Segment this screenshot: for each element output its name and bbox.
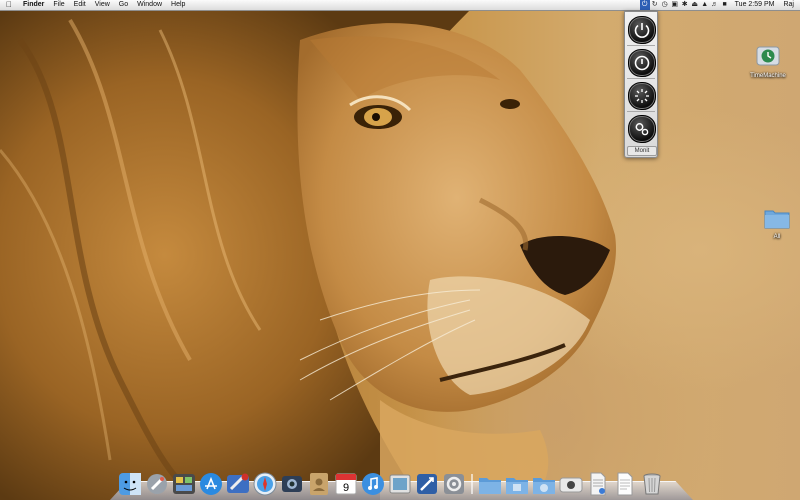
panel-divider — [627, 78, 655, 79]
preview-icon[interactable] — [388, 472, 412, 496]
applications-folder-icon[interactable] — [478, 472, 502, 496]
text-document-icon[interactable] — [613, 472, 637, 496]
panel-divider — [627, 45, 655, 46]
wifi-icon[interactable]: ▲ — [700, 0, 710, 10]
mail-icon[interactable] — [226, 472, 250, 496]
contacts-icon[interactable] — [307, 472, 331, 496]
documents-folder-icon[interactable] — [505, 472, 529, 496]
launchpad-icon[interactable] — [145, 472, 169, 496]
power-menu-icon[interactable]: ⏻ — [639, 0, 650, 10]
menu-edit[interactable]: Edit — [74, 0, 86, 10]
sync-icon[interactable]: ↻ — [650, 0, 660, 10]
menu-window[interactable]: Window — [137, 0, 162, 10]
menu-go[interactable]: Go — [119, 0, 128, 10]
ical-day: 9 — [343, 482, 349, 494]
eject-icon[interactable]: ⏏ — [690, 0, 700, 10]
finder-icon[interactable] — [118, 472, 142, 496]
desktop-icon-label: TimeMachine — [750, 73, 786, 79]
dashboard-icon[interactable] — [172, 472, 196, 496]
time-machine-menu-icon[interactable]: ◷ — [660, 0, 670, 10]
desktop-icon-timemachine[interactable]: TimeMachine — [746, 44, 790, 80]
sleep-icon[interactable] — [628, 82, 656, 110]
user-menu[interactable]: Raj — [783, 0, 794, 10]
time-machine-icon — [756, 46, 780, 66]
desktop-icon-all[interactable]: All — [755, 207, 799, 241]
menu-view[interactable]: View — [95, 0, 110, 10]
volume-icon[interactable]: ♬ — [710, 0, 720, 10]
menu-file[interactable]: File — [53, 0, 64, 10]
restart-icon[interactable] — [628, 49, 656, 77]
menu-clock[interactable]: Tue 2:59 PM — [735, 0, 775, 10]
apple-icon[interactable]:  — [4, 0, 14, 10]
photo-booth-icon[interactable] — [280, 472, 304, 496]
monit-button[interactable]: Monit — [627, 146, 657, 156]
dock-separator — [471, 474, 473, 494]
display-icon[interactable]: ▣ — [670, 0, 680, 10]
menu-help[interactable]: Help — [171, 0, 185, 10]
downloads-folder-icon[interactable] — [532, 472, 556, 496]
system-preferences-icon[interactable] — [442, 472, 466, 496]
power-icon[interactable] — [628, 16, 656, 44]
menu-extras: ⏻ ↻ ◷ ▣ ✱ ⏏ ▲ ♬ ■ Tue 2:59 PM Raj — [639, 0, 800, 10]
itunes-icon[interactable] — [361, 472, 385, 496]
utility-icon[interactable] — [559, 472, 583, 496]
panel-divider — [627, 111, 655, 112]
power-panel: Monit — [624, 11, 658, 158]
document-icon[interactable] — [586, 472, 610, 496]
desktop-icon-label: All — [773, 234, 781, 240]
xcode-icon[interactable] — [415, 472, 439, 496]
bluetooth-icon[interactable]: ✱ — [680, 0, 690, 10]
menu-finder[interactable]: Finder — [23, 0, 44, 10]
trash-icon[interactable] — [640, 472, 664, 496]
folder-icon — [764, 210, 790, 229]
app-store-icon[interactable] — [199, 472, 223, 496]
ical-icon[interactable]: 9 — [334, 472, 358, 496]
menu-bar:  Finder File Edit View Go Window Help ⏻… — [0, 0, 800, 11]
safari-icon[interactable] — [253, 472, 277, 496]
dock: 9 — [110, 468, 693, 500]
settings-icon[interactable] — [628, 115, 656, 143]
desktop-wallpaper — [0, 0, 800, 500]
battery-icon[interactable]: ■ — [720, 0, 730, 10]
